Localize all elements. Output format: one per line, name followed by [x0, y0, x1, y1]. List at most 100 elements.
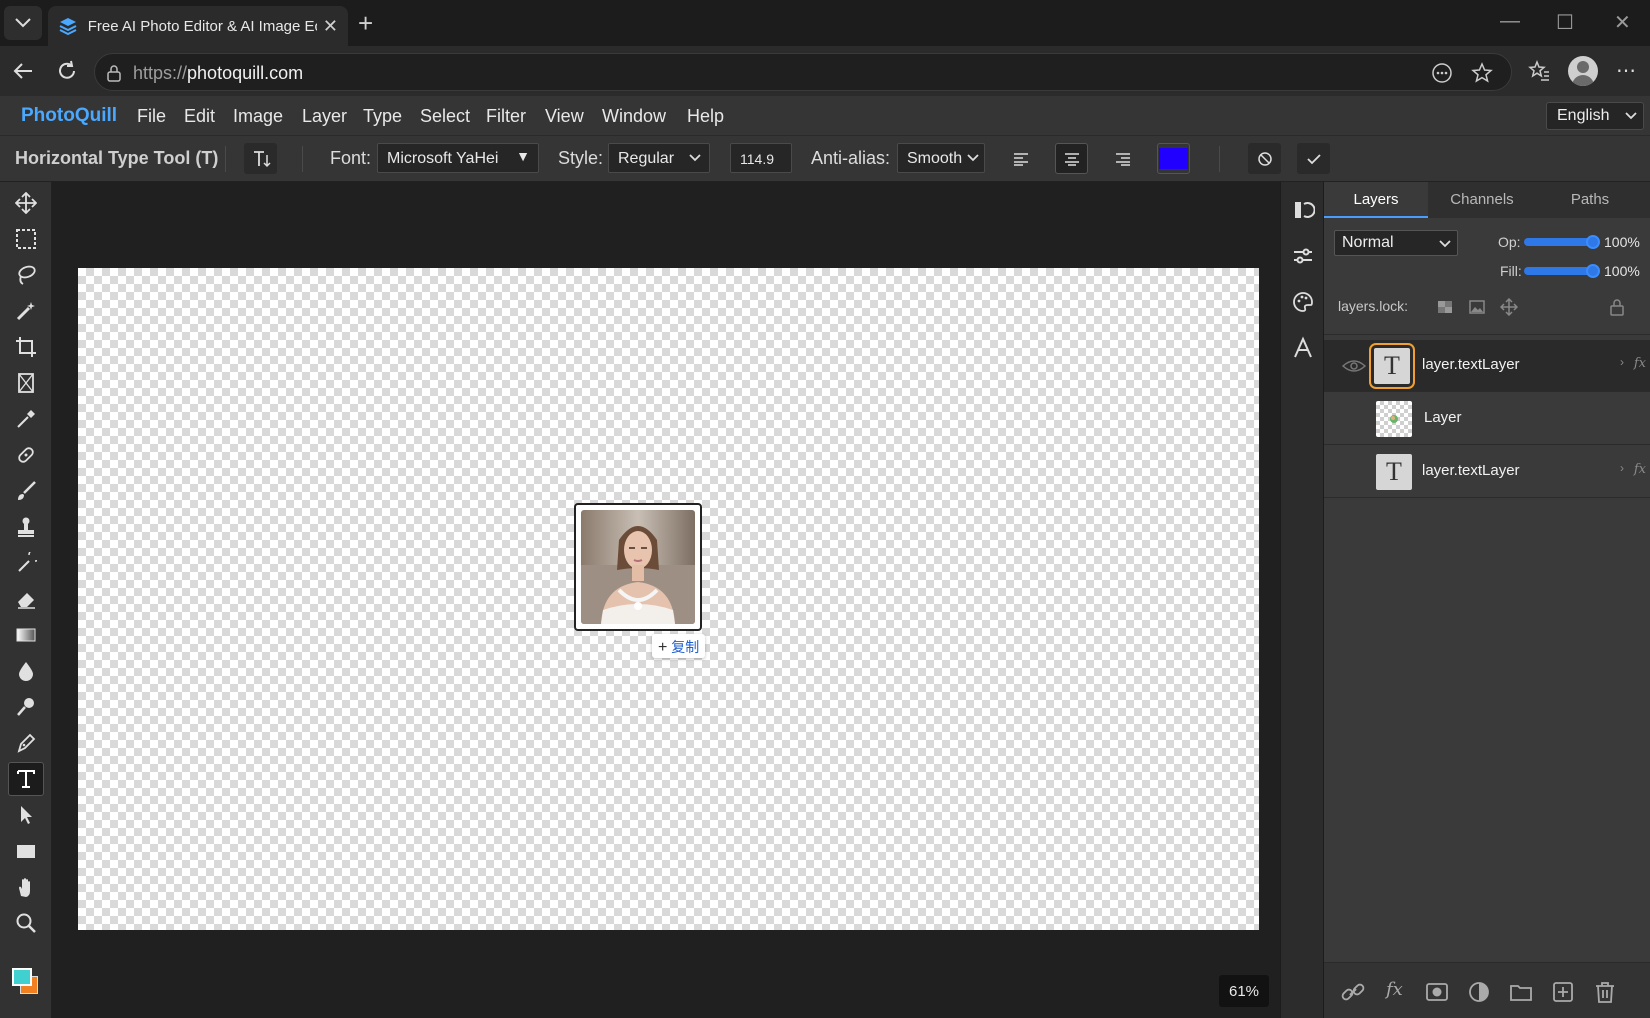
history-brush-tool[interactable]: [8, 546, 44, 580]
menu-help[interactable]: Help: [687, 106, 724, 127]
minimize-icon[interactable]: —: [1500, 10, 1520, 33]
favorite-star-icon[interactable]: [1471, 62, 1493, 84]
language-select[interactable]: English: [1546, 102, 1644, 130]
blur-tool[interactable]: [8, 654, 44, 688]
font-family-select[interactable]: Microsoft YaHei ▼: [377, 143, 539, 173]
path-selection-tool[interactable]: [8, 798, 44, 832]
zoom-level[interactable]: 61%: [1219, 975, 1269, 1007]
brand-logo[interactable]: PhotoQuill: [21, 105, 117, 127]
layer-name[interactable]: layer.textLayer: [1422, 356, 1520, 373]
menu-image[interactable]: Image: [233, 106, 283, 127]
dodge-tool[interactable]: [8, 690, 44, 724]
lock-all-icon[interactable]: [1608, 298, 1626, 316]
character-panel-icon[interactable]: [1291, 336, 1315, 360]
eraser-tool[interactable]: [8, 582, 44, 616]
lock-image-icon[interactable]: [1468, 298, 1486, 316]
gradient-tool[interactable]: [8, 618, 44, 652]
delete-layer-trash-icon[interactable]: [1592, 979, 1618, 1005]
toggle-text-orientation-button[interactable]: [244, 143, 277, 174]
clone-stamp-tool[interactable]: [8, 510, 44, 544]
hand-tool[interactable]: [8, 870, 44, 904]
favorites-list-icon[interactable]: [1528, 60, 1550, 82]
adjustment-layer-icon[interactable]: [1466, 979, 1492, 1005]
align-center-button[interactable]: [1055, 143, 1088, 174]
font-style-select[interactable]: Regular: [608, 143, 710, 173]
menu-window[interactable]: Window: [602, 106, 666, 127]
chevron-right-icon[interactable]: ›: [1620, 461, 1624, 475]
align-left-button[interactable]: [1004, 143, 1037, 174]
visibility-eye-icon[interactable]: [1342, 358, 1366, 374]
menu-view[interactable]: View: [545, 106, 584, 127]
app-menu-bar: PhotoQuill File Edit Image Layer Type Se…: [0, 96, 1650, 136]
blend-mode-select[interactable]: Normal: [1334, 230, 1458, 256]
layer-name[interactable]: layer.textLayer: [1422, 462, 1520, 479]
user-icon: [1572, 61, 1594, 86]
menu-type[interactable]: Type: [363, 106, 402, 127]
layer-row[interactable]: T layer.textLayer › fx: [1324, 446, 1650, 498]
link-layers-icon[interactable]: [1340, 979, 1366, 1005]
lock-transparency-icon[interactable]: [1436, 298, 1454, 316]
maximize-icon[interactable]: ☐: [1556, 10, 1574, 35]
more-options-icon[interactable]: ⋯: [1616, 58, 1636, 83]
reading-mode-icon[interactable]: [1431, 62, 1453, 84]
crop-tool[interactable]: [8, 330, 44, 364]
close-tab-icon[interactable]: ✕: [323, 16, 338, 37]
eyedropper-tool[interactable]: [8, 402, 44, 436]
chevron-right-icon[interactable]: ›: [1620, 355, 1624, 369]
font-size-input[interactable]: 114.9: [730, 143, 792, 173]
new-tab-icon[interactable]: +: [358, 8, 373, 39]
tab-channels[interactable]: Channels: [1428, 182, 1536, 218]
layer-row[interactable]: T layer.textLayer › fx: [1324, 340, 1650, 392]
opacity-slider[interactable]: [1524, 238, 1592, 246]
marquee-tool[interactable]: [8, 222, 44, 256]
lock-position-icon[interactable]: [1500, 298, 1518, 316]
commit-edit-button[interactable]: [1297, 143, 1330, 174]
fill-slider[interactable]: [1524, 267, 1592, 275]
adjustments-panel-icon[interactable]: [1291, 244, 1315, 268]
foreground-color-swatch[interactable]: [12, 968, 32, 986]
tab-list-button[interactable]: [4, 6, 42, 40]
zoom-tool[interactable]: [8, 906, 44, 940]
brush-icon: [18, 481, 36, 500]
tab-paths[interactable]: Paths: [1536, 182, 1644, 218]
address-bar[interactable]: https://photoquill.com: [94, 53, 1512, 91]
rectangle-tool[interactable]: [8, 834, 44, 868]
add-mask-icon[interactable]: [1424, 979, 1450, 1005]
layer-style-fx-icon[interactable]: fx: [1386, 979, 1403, 1000]
menu-file[interactable]: File: [137, 106, 166, 127]
move-tool[interactable]: [8, 186, 44, 220]
magic-wand-tool[interactable]: [8, 294, 44, 328]
align-right-button[interactable]: [1106, 143, 1139, 174]
layer-name[interactable]: Layer: [1424, 409, 1462, 426]
frame-tool[interactable]: [8, 366, 44, 400]
history-panel-icon[interactable]: [1291, 198, 1315, 222]
menu-layer[interactable]: Layer: [302, 106, 347, 127]
new-layer-icon[interactable]: [1550, 979, 1576, 1005]
healing-brush-tool[interactable]: [8, 438, 44, 472]
new-group-folder-icon[interactable]: [1508, 979, 1534, 1005]
lasso-tool[interactable]: [8, 258, 44, 292]
cancel-edit-button[interactable]: [1248, 143, 1281, 174]
layer-effects-icon[interactable]: fx: [1634, 356, 1646, 371]
opacity-slider-handle[interactable]: [1586, 235, 1600, 249]
browser-tab[interactable]: Free AI Photo Editor & AI Image Ec ✕: [48, 6, 348, 46]
type-tool[interactable]: [8, 762, 44, 796]
text-color-button[interactable]: [1157, 143, 1190, 174]
antialias-select[interactable]: Smooth: [897, 143, 985, 173]
back-arrow-icon[interactable]: [12, 61, 34, 81]
dragged-image-preview[interactable]: [574, 503, 702, 631]
profile-avatar[interactable]: [1568, 56, 1598, 86]
menu-select[interactable]: Select: [420, 106, 470, 127]
menu-edit[interactable]: Edit: [184, 106, 215, 127]
layer-row[interactable]: Layer: [1324, 393, 1650, 445]
refresh-icon[interactable]: [56, 60, 78, 82]
palette-panel-icon[interactable]: [1291, 290, 1315, 314]
layer-effects-icon[interactable]: fx: [1634, 462, 1646, 477]
menu-filter[interactable]: Filter: [486, 106, 526, 127]
fill-slider-handle[interactable]: [1586, 264, 1600, 278]
color-swatches[interactable]: [10, 964, 42, 998]
close-window-icon[interactable]: ✕: [1614, 10, 1631, 35]
pen-tool[interactable]: [8, 726, 44, 760]
brush-tool[interactable]: [8, 474, 44, 508]
tab-layers[interactable]: Layers: [1324, 182, 1428, 218]
